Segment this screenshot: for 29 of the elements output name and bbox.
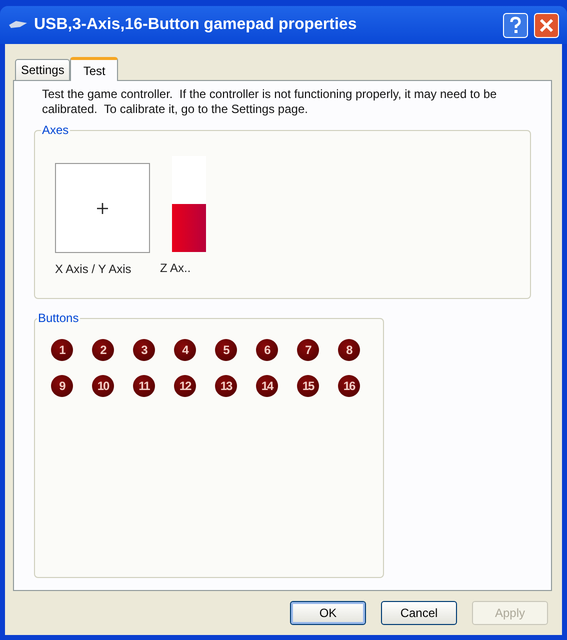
group-title: Buttons — [37, 311, 80, 325]
button-indicator: 13 — [215, 375, 237, 397]
axis-label: Z Ax.. — [160, 261, 191, 275]
button-indicator: 7 — [297, 339, 319, 361]
button-indicator: 1 — [51, 339, 73, 361]
button-indicator: 16 — [338, 375, 360, 397]
button-indicator: 8 — [338, 339, 360, 361]
tab[interactable]: Settings — [15, 59, 70, 80]
button-indicator: 4 — [174, 339, 196, 361]
window-title: USB,3-Axis,16-Button gamepad properties — [34, 16, 358, 34]
button-indicator: 2 — [92, 339, 114, 361]
description-text: Test the game controller. If the controller is not functioning properly, it may need to be calibrated. To calibrate it, go to the Settings page. — [42, 87, 498, 117]
button-indicator: 6 — [256, 339, 278, 361]
crosshair-icon — [97, 202, 108, 214]
help-button[interactable] — [503, 12, 528, 38]
close-button[interactable] — [534, 12, 559, 38]
dialog-button[interactable]: OK — [290, 601, 366, 625]
dialog-button[interactable]: Cancel — [381, 601, 457, 625]
button-indicator: 9 — [51, 375, 73, 397]
group-title: Axes — [41, 123, 70, 137]
button-indicator: 14 — [256, 375, 278, 397]
tab[interactable]: Test — [70, 57, 118, 81]
button-indicator: 10 — [92, 375, 114, 397]
button-indicator: 15 — [297, 375, 319, 397]
button-indicator: 3 — [133, 339, 155, 361]
button-indicator: 11 — [133, 375, 155, 397]
button-indicator: 12 — [174, 375, 196, 397]
axis-label: X Axis / Y Axis — [55, 262, 132, 276]
button-indicator: 5 — [215, 339, 237, 361]
